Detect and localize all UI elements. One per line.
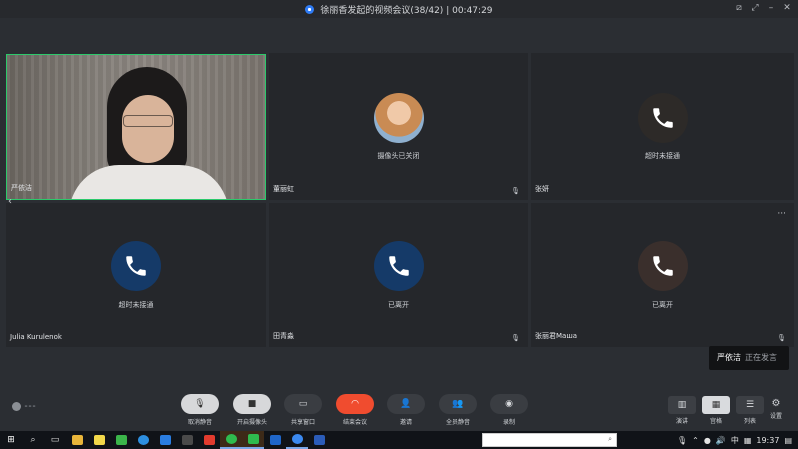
lock-icon [305,5,315,14]
record-button[interactable]: ◉ 录制 [490,394,528,426]
participant-name: 田青淼 [273,332,294,340]
app-tray-icon[interactable]: ● [704,436,711,445]
system-tray: 🎙 ⌃ ● 🔊 中 ▦ 19:37 ▤ [677,431,798,449]
mic-icon[interactable]: 🎙 [677,436,687,445]
grid-view-icon: ▦ [702,396,730,414]
fullscreen-icon[interactable]: ⤢ [750,3,760,13]
app-icon[interactable] [264,431,286,449]
settings-button[interactable]: ⚙ 设置 [764,398,788,420]
windows-taskbar: ⊞ ⌕ ▭ ⌕ 🎙 ⌃ ● 🔊 中 ▦ 19:37 ▤ [0,431,798,449]
participant-tile[interactable]: 严依洁 [6,54,266,200]
pin-icon[interactable]: ⧄ [734,3,744,13]
search-icon: ⌕ [608,435,612,443]
input-mode-icon[interactable]: ▦ [744,436,752,445]
participant-avatar [637,241,688,291]
task-view-icon[interactable]: ▭ [44,431,66,449]
search-icon[interactable]: ⌕ [22,431,44,449]
mic-icon: 🎙 [511,334,520,342]
window-title: 徐丽香发起的视频会议(38/42) [320,6,444,16]
notification-icon[interactable]: ▤ [784,436,792,445]
wechat-work-icon[interactable] [242,431,264,449]
window-title-area: 徐丽香发起的视频会议(38/42) | 00:47:29 [0,3,798,16]
mic-icon: 🎙 [511,187,520,195]
sticky-notes-icon[interactable] [88,431,110,449]
phone-icon [126,256,146,276]
meeting-window: 徐丽香发起的视频会议(38/42) | 00:47:29 ⧄ ⤢ – ✕ 严依洁… [0,0,798,431]
dingtalk-icon[interactable] [286,431,308,449]
title-bar: 徐丽香发起的视频会议(38/42) | 00:47:29 ⧄ ⤢ – ✕ [0,0,798,18]
share-window-button[interactable]: ▭ 共享窗口 [284,394,322,426]
participant-tile[interactable]: 已离开 田青淼 🎙 [269,203,528,347]
mic-icon: 🎙 [777,334,786,342]
list-view-button[interactable]: ☰ 列表 [736,396,764,425]
app-icon[interactable] [154,431,176,449]
file-explorer-icon[interactable] [66,431,88,449]
windows-start-icon[interactable]: ⊞ [0,431,22,449]
edge-browser-icon[interactable] [132,431,154,449]
invite-button[interactable]: 👤 邀请 [387,394,425,426]
logo-icon [12,402,21,411]
video-grid: 严依洁 摄像头已关闭 董丽虹 🎙 超时未接通 张妍 超时未接通 Julia Ku… [4,53,794,347]
participant-name: 严依洁 [11,184,32,192]
mute-all-button[interactable]: 👥 全员静音 [439,394,477,426]
speaker-view-button[interactable]: ▥ 演讲 [668,396,696,425]
volume-icon[interactable]: 🔊 [716,436,726,445]
add-user-icon: 👤 [387,394,425,414]
participant-status: 超时未接通 [118,301,154,309]
participant-tile[interactable]: 摄像头已关闭 董丽虹 🎙 [269,53,528,200]
list-view-icon: ☰ [736,396,764,414]
phone-icon [652,256,673,276]
app-icon[interactable] [198,431,220,449]
unmute-button[interactable]: 🎙 取消静音 [181,394,219,426]
speaker-name: 严依洁 [717,353,741,362]
participant-name: 张丽君Маша [535,332,578,340]
speaking-toast: 严依洁 正在发言 [709,346,789,370]
app-icon[interactable] [176,431,198,449]
window-controls: ⧄ ⤢ – ✕ [734,3,792,13]
camera-button[interactable]: ■ 开启摄像头 [233,394,271,426]
ime-indicator[interactable]: 中 [731,435,739,446]
grid-view-button[interactable]: ▦ 宫格 [702,396,730,425]
participant-tile[interactable]: ··· 已离开 张丽君Маша 🎙 [531,203,794,347]
app-icon[interactable] [110,431,132,449]
chevron-up-icon[interactable]: ⌃ [692,436,699,445]
participant-status: 摄像头已关闭 [377,152,420,160]
participant-avatar [373,93,424,143]
camera-off-icon: ■ [233,394,271,414]
participant-avatar [637,93,688,143]
end-meeting-button[interactable]: ◠ 结束会议 [336,394,374,426]
participant-tile[interactable]: 超时未接通 张妍 [531,53,794,200]
prev-page-icon[interactable]: ‹ [8,196,12,207]
record-icon: ◉ [490,394,528,414]
taskbar-search-input[interactable]: ⌕ [482,433,617,447]
participant-status: 已离开 [652,301,673,309]
speaker-view-icon: ▥ [668,396,696,414]
close-icon[interactable]: ✕ [782,3,792,13]
meeting-toolbar: ⁃⁃⁃ 🎙 取消静音 ■ 开启摄像头 ▭ 共享窗口 ◠ 结束会议 👤 邀请 👥 … [0,388,798,431]
more-options-icon[interactable]: ··· [777,209,786,219]
participant-name: 张妍 [535,185,549,193]
word-icon[interactable] [308,431,330,449]
participant-avatar [111,241,161,291]
mute-all-icon: 👥 [439,394,477,414]
participant-name: Julia Kurulenok [10,333,62,341]
participant-name: 董丽虹 [273,185,294,193]
app-logo: ⁃⁃⁃ [12,402,36,411]
participant-tile[interactable]: 超时未接通 Julia Kurulenok [6,203,266,347]
gear-icon: ⚙ [771,398,781,409]
screen-share-icon: ▭ [284,394,322,414]
participant-avatar [373,241,424,291]
wechat-icon[interactable] [220,431,242,449]
participant-status: 超时未接通 [645,152,680,160]
phone-icon [652,108,673,128]
minimize-icon[interactable]: – [766,3,776,13]
meeting-timer: 00:47:29 [452,6,493,16]
phone-icon [388,256,409,276]
view-switcher: ▥ 演讲 ▦ 宫格 ☰ 列表 [668,396,764,425]
hangup-icon: ◠ [336,394,374,414]
mic-off-icon: 🎙 [181,394,219,414]
participant-status: 已离开 [388,301,409,309]
clock[interactable]: 19:37 [756,436,779,445]
speaking-text: 正在发言 [745,353,777,362]
